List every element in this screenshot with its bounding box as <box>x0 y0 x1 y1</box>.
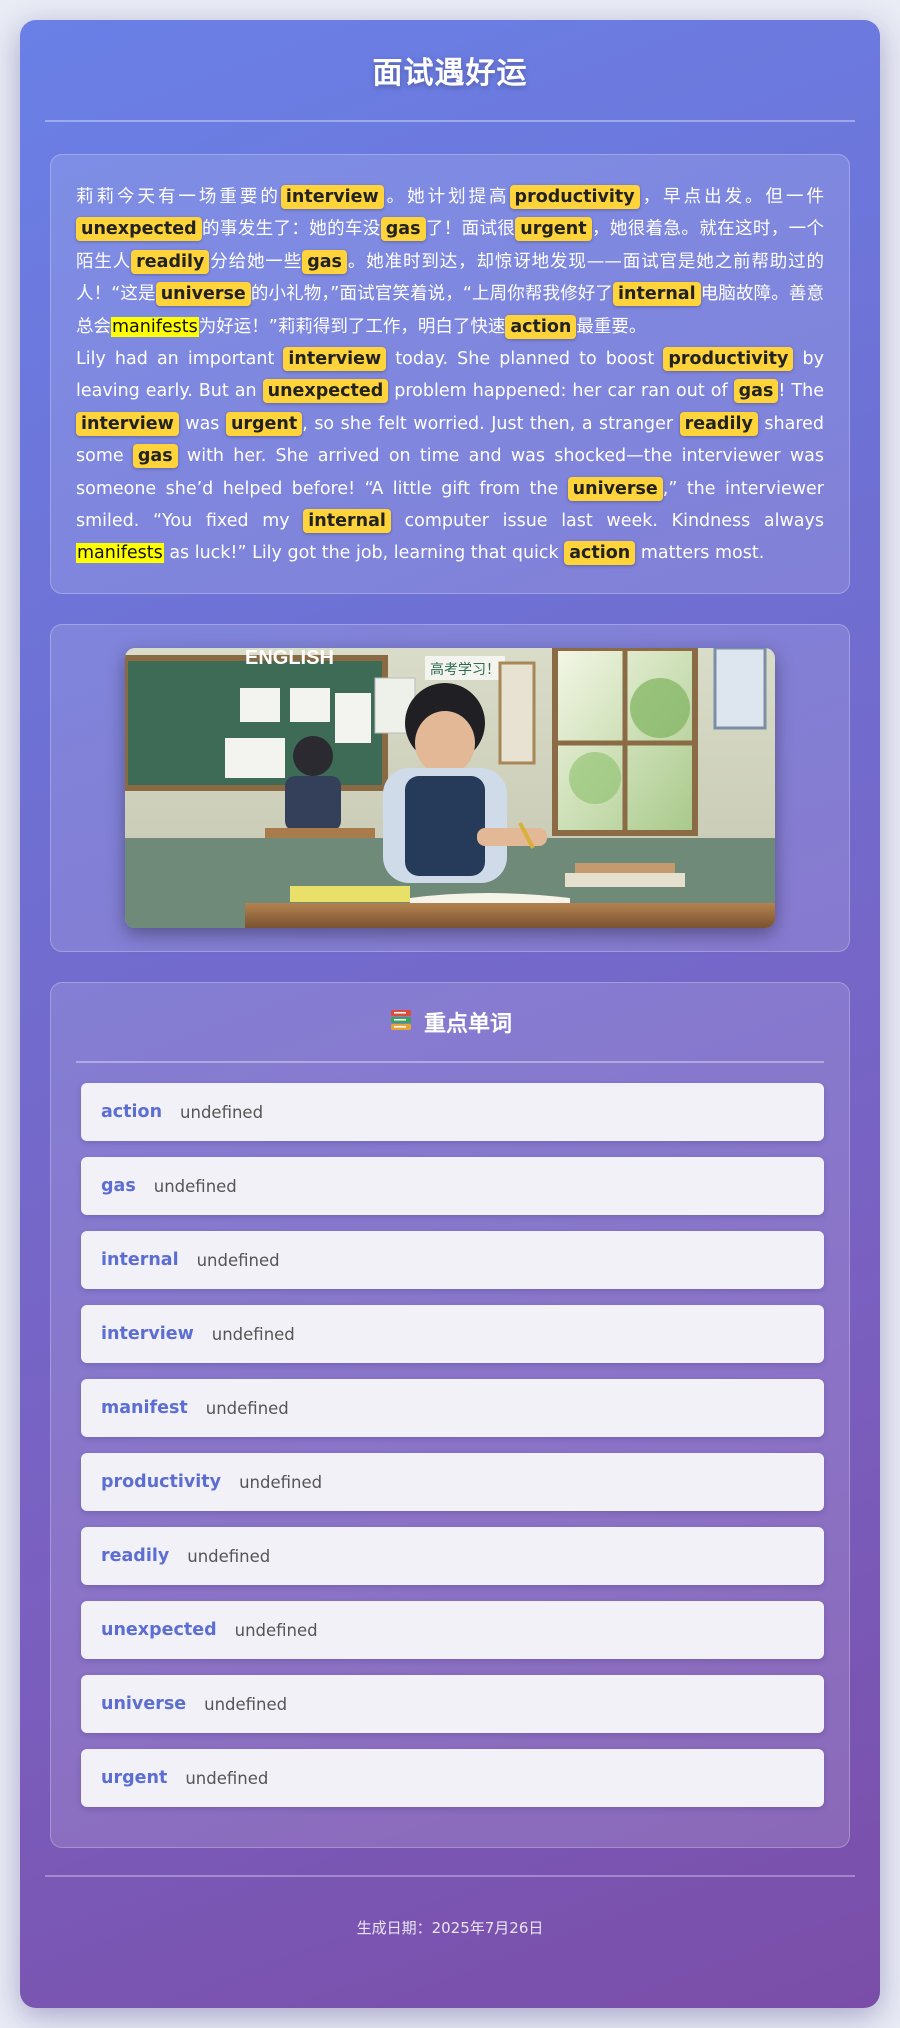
vocab-item: internal undefined <box>81 1231 824 1289</box>
highlighted-word: productivity <box>509 185 640 209</box>
story-segment: 分给她一些 <box>209 251 303 272</box>
marked-word: manifests <box>111 316 199 337</box>
vocab-definition: undefined <box>204 1694 288 1714</box>
highlighted-word: interview <box>76 411 179 436</box>
story-segment: today. She planned to boost <box>386 349 664 370</box>
story-chinese: 莉莉今天有一场重要的 interview 。她计划提高 productivity ，早点… <box>76 181 824 343</box>
vocab-word: productivity <box>101 1472 222 1492</box>
vocab-item: unexpected undefined <box>81 1601 824 1659</box>
page-footer: 生成日期：2025年7月26日 <box>45 1875 855 1938</box>
highlighted-word: universe <box>155 282 251 307</box>
vocab-word: action <box>101 1102 163 1122</box>
board-label: ENGLISH <box>245 648 334 669</box>
page-card: 面试遇好运 莉莉今天有一场重要的 interview 。她计划提高 productiv… <box>20 20 880 2008</box>
vocab-item: gas undefined <box>81 1157 824 1215</box>
vocab-panel: 重点单词 action undefined gas undefined internal… <box>50 982 850 1848</box>
story-segment: 为好运！”莉莉得到了工作，明白了快速 <box>198 316 506 337</box>
page-title: 面试遇好运 <box>372 56 528 91</box>
wall-sign: 高考学习！ <box>430 661 500 678</box>
story-segment: computer issue last week. Kindness alway… <box>390 511 824 532</box>
highlighted-word: internal <box>303 509 391 534</box>
highlighted-word: action <box>505 314 577 339</box>
story-text: 莉莉今天有一场重要的 interview 。她计划提高 productivity ，早点… <box>76 181 824 570</box>
highlighted-word: gas <box>132 444 178 469</box>
vocab-word: internal <box>101 1250 179 1270</box>
vocab-definition: undefined <box>196 1250 280 1270</box>
vocab-item: action undefined <box>81 1083 824 1141</box>
highlighted-word: gas <box>380 217 426 242</box>
highlighted-word: readily <box>131 249 210 274</box>
vocab-item: interview undefined <box>81 1305 824 1363</box>
highlighted-word: action <box>564 541 636 566</box>
story-segment: was <box>178 413 226 434</box>
vocab-definition: undefined <box>205 1398 289 1418</box>
highlighted-word: interview <box>283 347 387 372</box>
vocab-item: readily undefined <box>81 1527 824 1585</box>
classroom-illustration: ENGLISH 高考学习！ <box>125 648 775 928</box>
highlighted-word: gas <box>733 379 779 404</box>
vocab-definition: undefined <box>180 1102 264 1122</box>
vocab-word: gas <box>101 1176 136 1196</box>
story-segment: ! The <box>778 381 824 402</box>
highlighted-word: unexpected <box>76 217 202 242</box>
story-segment: Lily had an important <box>76 349 284 370</box>
image-panel: ENGLISH 高考学习！ <box>50 624 850 952</box>
story-panel: 莉莉今天有一场重要的 interview 。她计划提高 productivity ，早点… <box>50 154 850 594</box>
vocab-list: action undefined gas undefined internal undef… <box>76 1083 824 1807</box>
story-segment: as luck!” Lily got the job, learning tha… <box>163 543 565 564</box>
vocab-word: urgent <box>101 1768 168 1788</box>
highlighted-word: unexpected <box>262 379 389 404</box>
vocab-definition: undefined <box>153 1176 237 1196</box>
story-segment: , so she felt worried. Just then, a stra… <box>302 413 680 434</box>
vocab-item: productivity undefined <box>81 1453 824 1511</box>
generated-date: 生成日期：2025年7月26日 <box>356 1919 544 1937</box>
highlighted-word: interview <box>280 185 384 209</box>
story-segment: ，早点出发。但一件 <box>639 187 825 207</box>
vocab-word: interview <box>101 1324 194 1344</box>
vocab-header: 重点单词 <box>76 983 824 1063</box>
vocab-definition: undefined <box>211 1324 295 1344</box>
story-segment: 莉莉今天有一场重要的 <box>76 187 281 207</box>
story-segment: 最重要。 <box>576 316 647 337</box>
highlighted-word: readily <box>679 411 758 436</box>
highlighted-word: urgent <box>225 411 303 436</box>
vocab-item: universe undefined <box>81 1675 824 1733</box>
story-segment: matters most. <box>635 543 765 564</box>
vocab-word: unexpected <box>101 1620 217 1640</box>
highlighted-word: internal <box>613 282 701 307</box>
story-segment: 了！面试很 <box>425 219 516 240</box>
page-header: 面试遇好运 <box>45 20 855 122</box>
marked-word: manifests <box>76 543 164 564</box>
highlighted-word: productivity <box>663 347 794 372</box>
books-icon <box>388 1007 414 1037</box>
vocab-title: 重点单词 <box>423 1012 512 1037</box>
vocab-definition: undefined <box>239 1472 323 1492</box>
highlighted-word: gas <box>302 249 347 274</box>
vocab-definition: undefined <box>234 1620 318 1640</box>
vocab-word: readily <box>101 1546 170 1566</box>
highlighted-word: urgent <box>515 217 592 242</box>
vocab-item: manifest undefined <box>81 1379 824 1437</box>
story-english: Lily had an important interview today. S… <box>76 343 824 570</box>
highlighted-word: universe <box>567 476 663 501</box>
story-segment: problem happened: her car ran out of <box>388 381 734 402</box>
story-segment: 的小礼物，”面试官笑着说，“上周你帮我修好了 <box>250 284 614 305</box>
vocab-definition: undefined <box>185 1768 269 1788</box>
story-segment: 。她计划提高 <box>383 187 510 207</box>
story-segment: 的事发生了：她的车没 <box>201 219 381 240</box>
vocab-word: manifest <box>101 1398 188 1418</box>
vocab-definition: undefined <box>187 1546 271 1566</box>
vocab-word: universe <box>101 1694 187 1714</box>
vocab-item: urgent undefined <box>81 1749 824 1807</box>
